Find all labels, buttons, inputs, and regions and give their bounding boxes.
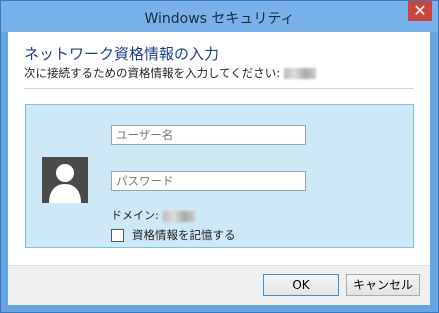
remember-label: 資格情報を記憶する bbox=[132, 228, 236, 242]
remember-credentials[interactable]: 資格情報を記憶する bbox=[111, 227, 236, 243]
credential-tile[interactable]: ドメイン: 資格情報を記憶する bbox=[25, 104, 414, 248]
button-bar: OK キャンセル bbox=[8, 265, 430, 305]
cancel-button[interactable]: キャンセル bbox=[346, 274, 420, 296]
domain-label: ドメイン: bbox=[111, 209, 159, 222]
username-input[interactable] bbox=[111, 125, 306, 145]
close-button[interactable]: ✕ bbox=[408, 1, 432, 21]
remember-checkbox[interactable] bbox=[111, 229, 124, 242]
divider bbox=[24, 88, 414, 89]
close-icon: ✕ bbox=[413, 1, 427, 20]
redacted-domain bbox=[162, 210, 195, 222]
dialog-instruction: 次に接続するための資格情報を入力してください: bbox=[24, 65, 317, 81]
dialog-window: Windows セキュリティ ✕ ネットワーク資格情報の入力 次に接続するための… bbox=[0, 0, 439, 313]
ok-button[interactable]: OK bbox=[263, 274, 339, 296]
dialog-heading: ネットワーク資格情報の入力 bbox=[24, 45, 220, 63]
window-title: Windows セキュリティ bbox=[144, 11, 295, 27]
redacted-target bbox=[284, 68, 317, 79]
title-bar: Windows セキュリティ ✕ bbox=[1, 1, 438, 32]
password-input[interactable] bbox=[111, 171, 306, 191]
dialog-body: ネットワーク資格情報の入力 次に接続するための資格情報を入力してください: ドメ… bbox=[8, 32, 430, 305]
user-silhouette-icon bbox=[42, 157, 88, 203]
domain-row: ドメイン: bbox=[111, 207, 195, 223]
instruction-text: 次に接続するための資格情報を入力してください: bbox=[24, 66, 281, 80]
